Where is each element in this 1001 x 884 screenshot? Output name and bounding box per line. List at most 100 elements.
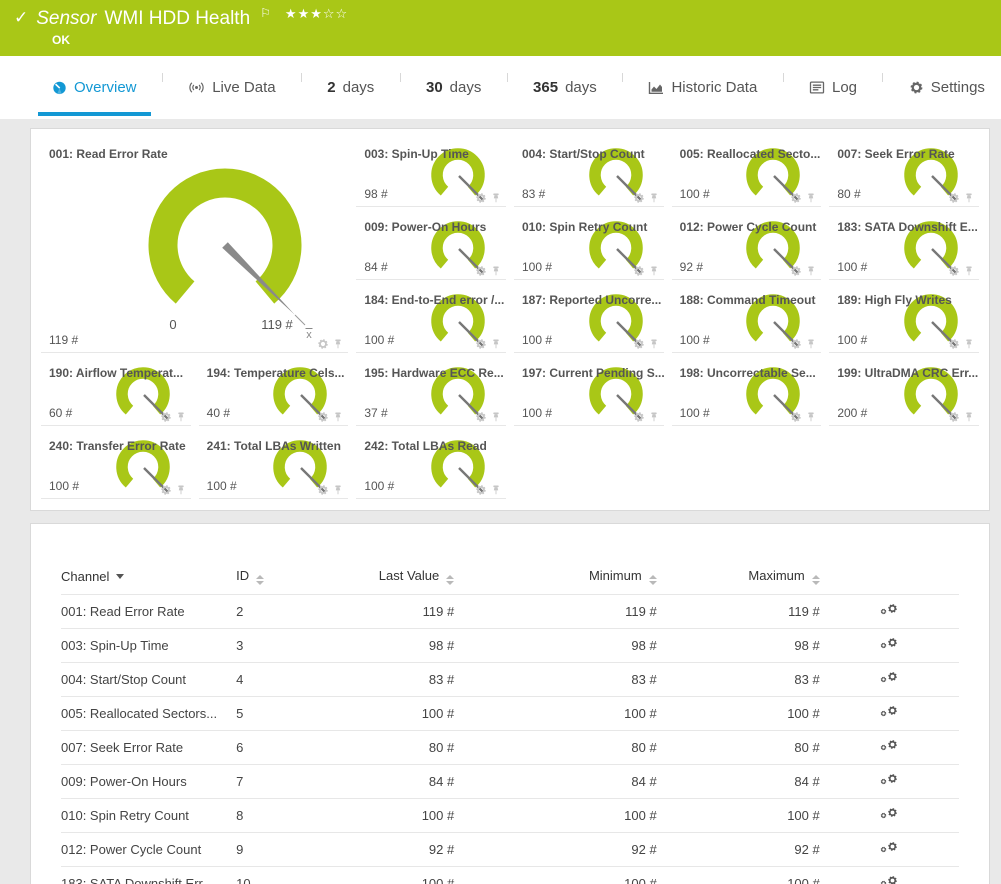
tab-days[interactable]: 2 days (323, 56, 378, 119)
gear-icon[interactable] (948, 337, 960, 349)
pin-icon[interactable] (490, 410, 502, 422)
pin-icon[interactable] (332, 483, 344, 495)
table-row[interactable]: 010: Spin Retry Count 8 100 # 100 # 100 … (61, 799, 959, 833)
pin-icon[interactable] (175, 410, 187, 422)
gear-icon[interactable] (475, 410, 487, 422)
gauge-tile: 197: Current Pending S... 100 # (514, 360, 664, 426)
pin-icon[interactable] (805, 191, 817, 203)
table-row[interactable]: 004: Start/Stop Count 4 83 # 83 # 83 # (61, 663, 959, 697)
tab-live-data[interactable]: Live Data (184, 56, 279, 119)
tab-days[interactable]: 365 days (529, 56, 601, 119)
cell-channel[interactable]: 009: Power-On Hours (61, 765, 236, 799)
star-filled-icon[interactable]: ★ (285, 6, 298, 21)
table-row[interactable]: 183: SATA Downshift Err... 10 100 # 100 … (61, 867, 959, 884)
gear-icon[interactable] (160, 410, 172, 422)
gear-icon[interactable] (948, 410, 960, 422)
channel-settings-icon[interactable] (880, 738, 898, 754)
tab-historic-data[interactable]: Historic Data (644, 56, 761, 119)
channel-settings-icon[interactable] (880, 840, 898, 856)
sort-icon[interactable] (812, 575, 820, 585)
channel-settings-icon[interactable] (880, 874, 898, 884)
cell-channel[interactable]: 012: Power Cycle Count (61, 833, 236, 867)
table-row[interactable]: 012: Power Cycle Count 9 92 # 92 # 92 # (61, 833, 959, 867)
tab-overview[interactable]: Overview (48, 56, 141, 119)
pin-icon[interactable] (805, 337, 817, 349)
star-empty-icon[interactable]: ☆ (336, 6, 349, 21)
gauge-value: 100 # (49, 479, 79, 493)
cell-channel[interactable]: 010: Spin Retry Count (61, 799, 236, 833)
gear-icon[interactable] (633, 191, 645, 203)
pin-icon[interactable] (490, 337, 502, 349)
cell-channel[interactable]: 001: Read Error Rate (61, 595, 236, 629)
table-row[interactable]: 003: Spin-Up Time 3 98 # 98 # 98 # (61, 629, 959, 663)
pin-icon[interactable] (805, 264, 817, 276)
tab-settings[interactable]: Settings (905, 56, 989, 119)
gear-icon[interactable] (475, 337, 487, 349)
gear-icon[interactable] (790, 410, 802, 422)
channel-settings-icon[interactable] (880, 670, 898, 686)
gear-icon[interactable] (633, 337, 645, 349)
gear-icon[interactable] (475, 191, 487, 203)
pin-icon[interactable] (648, 191, 660, 203)
pin-icon[interactable] (175, 483, 187, 495)
pin-icon[interactable] (963, 191, 975, 203)
pin-icon[interactable] (805, 410, 817, 422)
channel-settings-icon[interactable] (880, 602, 898, 618)
gear-icon[interactable] (317, 337, 329, 349)
tab-log[interactable]: Log (805, 56, 861, 119)
sort-icon[interactable] (649, 575, 657, 585)
pin-icon[interactable] (963, 410, 975, 422)
star-empty-icon[interactable]: ☆ (323, 6, 336, 21)
gauge-value: 200 # (837, 406, 867, 420)
cell-channel[interactable]: 183: SATA Downshift Err... (61, 867, 236, 884)
channel-settings-icon[interactable] (880, 772, 898, 788)
table-row[interactable]: 005: Reallocated Sectors... 5 100 # 100 … (61, 697, 959, 731)
gear-icon[interactable] (160, 483, 172, 495)
column-header-last-value[interactable]: Last Value (315, 562, 455, 595)
sort-icon[interactable] (256, 575, 264, 585)
pin-icon[interactable] (332, 410, 344, 422)
sort-desc-icon[interactable] (116, 574, 124, 579)
cell-channel[interactable]: 007: Seek Error Rate (61, 731, 236, 765)
channel-settings-icon[interactable] (880, 636, 898, 652)
gear-icon[interactable] (790, 337, 802, 349)
gear-icon[interactable] (790, 264, 802, 276)
pin-icon[interactable] (332, 337, 344, 349)
channel-settings-icon[interactable] (880, 704, 898, 720)
gear-icon[interactable] (633, 410, 645, 422)
cell-channel[interactable]: 005: Reallocated Sectors... (61, 697, 236, 731)
gear-icon[interactable] (948, 264, 960, 276)
cell-channel[interactable]: 004: Start/Stop Count (61, 663, 236, 697)
pin-icon[interactable] (648, 410, 660, 422)
column-header-minimum[interactable]: Minimum (454, 562, 656, 595)
gear-icon[interactable] (475, 483, 487, 495)
pin-icon[interactable] (963, 264, 975, 276)
pin-icon[interactable] (648, 264, 660, 276)
sort-icon[interactable] (446, 575, 454, 585)
gear-icon[interactable] (948, 191, 960, 203)
gear-icon[interactable] (317, 483, 329, 495)
flag-icon[interactable]: ⚐ (260, 6, 271, 20)
pin-icon[interactable] (490, 191, 502, 203)
gear-icon[interactable] (633, 264, 645, 276)
gear-icon[interactable] (317, 410, 329, 422)
star-rating[interactable]: ★★★☆☆ (285, 6, 348, 22)
svg-text:x: x (306, 329, 312, 341)
tab-days[interactable]: 30 days (422, 56, 485, 119)
table-row[interactable]: 009: Power-On Hours 7 84 # 84 # 84 # (61, 765, 959, 799)
gear-icon[interactable] (475, 264, 487, 276)
column-header-channel[interactable]: Channel (61, 562, 236, 595)
channel-settings-icon[interactable] (880, 806, 898, 822)
table-row[interactable]: 007: Seek Error Rate 6 80 # 80 # 80 # (61, 731, 959, 765)
column-header-maximum[interactable]: Maximum (657, 562, 820, 595)
star-filled-icon[interactable]: ★ (310, 6, 323, 21)
pin-icon[interactable] (490, 264, 502, 276)
column-header-id[interactable]: ID (236, 562, 314, 595)
gear-icon[interactable] (790, 191, 802, 203)
table-row[interactable]: 001: Read Error Rate 2 119 # 119 # 119 # (61, 595, 959, 629)
cell-channel[interactable]: 003: Spin-Up Time (61, 629, 236, 663)
pin-icon[interactable] (490, 483, 502, 495)
pin-icon[interactable] (648, 337, 660, 349)
star-filled-icon[interactable]: ★ (298, 6, 311, 21)
pin-icon[interactable] (963, 337, 975, 349)
